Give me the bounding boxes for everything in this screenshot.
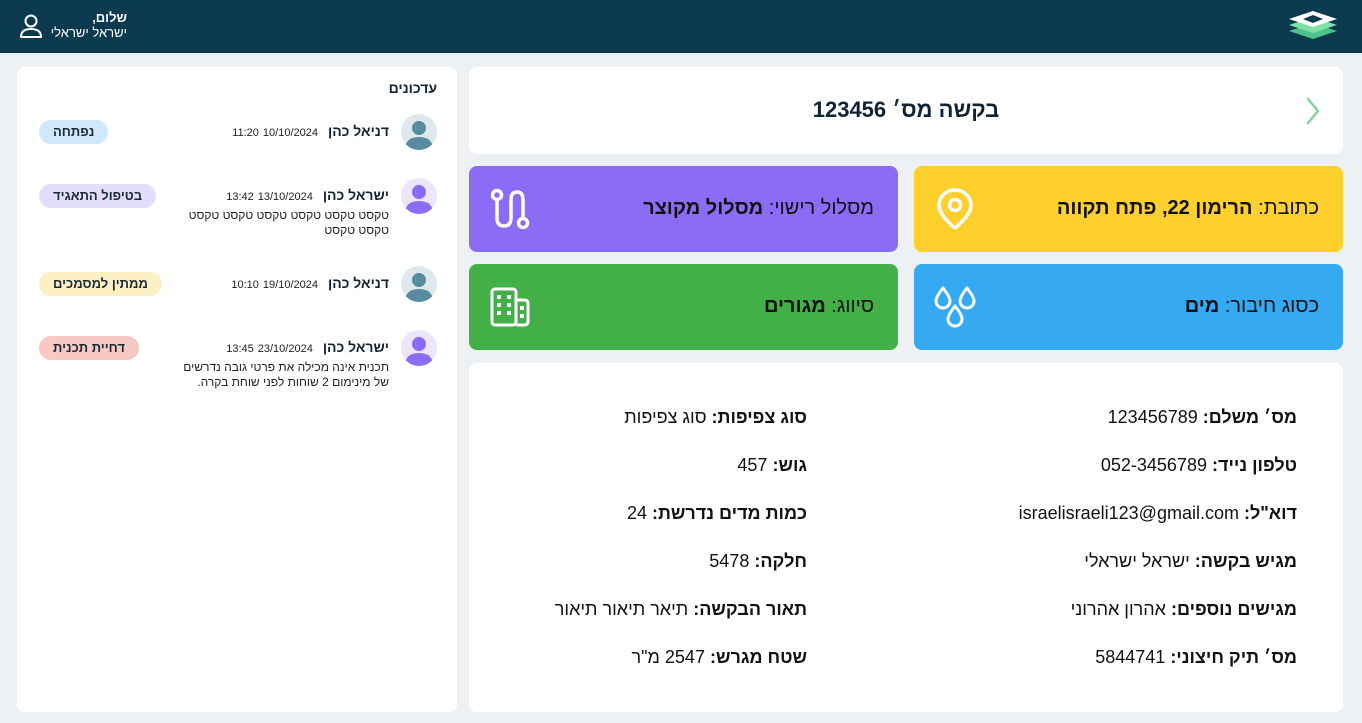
greeting-text: שלום, <box>92 10 127 25</box>
detail-row: גוש: 457 <box>737 455 807 476</box>
detail-row: סוג צפיפות: סוג צפיפות <box>624 407 807 428</box>
update-date: 10/10/2024 <box>262 127 318 139</box>
user-greeting[interactable]: שלום, ישראל ישראלי <box>51 10 127 41</box>
detail-value: 5478 <box>709 551 750 571</box>
detail-value: סוג צפיפות <box>624 407 707 427</box>
detail-row: דוא"ל: israelisraeli123@gmail.com <box>1019 503 1297 524</box>
classification-label: סיווג: <box>831 295 874 317</box>
detail-label: חלקה: <box>754 551 807 571</box>
route-icon <box>490 188 530 230</box>
chevron-right-icon[interactable] <box>1303 96 1323 126</box>
address-value: הרימון 22, פתח תקווה <box>1056 197 1253 219</box>
user-icon[interactable] <box>19 13 43 39</box>
update-time: 13:45 <box>226 343 254 355</box>
detail-value: 052-3456789 <box>1100 455 1207 475</box>
detail-row: מגישים נוספים: אהרון אהרוני <box>1071 599 1297 620</box>
update-date: 13/10/2024 <box>257 191 313 203</box>
avatar <box>401 330 437 366</box>
location-pin-icon <box>937 188 973 230</box>
page-title: בקשה מס׳ 123456 <box>812 97 1000 122</box>
update-author: דניאל כהן <box>327 275 389 291</box>
detail-label: מגיש בקשה: <box>1194 551 1297 571</box>
detail-value: 5844741 <box>1095 647 1166 667</box>
request-details: מס׳ משלם: 123456789 טלפון נייד: 052-3456… <box>469 363 1343 712</box>
detail-row: כמות מדים נדרשת: 24 <box>627 503 807 524</box>
detail-row: מס׳ תיק חיצוני: 5844741 <box>1095 647 1297 668</box>
water-drops-icon <box>934 286 976 328</box>
update-author: ישראל כהן <box>322 339 389 355</box>
detail-label: גוש: <box>772 455 807 475</box>
building-icon <box>490 287 530 327</box>
detail-value: ישראל ישראלי <box>1084 551 1190 571</box>
detail-row: שטח מגרש: 2547 מ"ר <box>632 647 807 668</box>
updates-title: עדכונים <box>388 80 437 96</box>
update-time: 10:10 <box>231 279 259 291</box>
detail-value: 2547 מ"ר <box>631 647 705 667</box>
status-badge: בטיפול התאגיד <box>39 184 157 208</box>
route-label: מסלול רישוי: <box>768 197 874 219</box>
update-time: 11:20 <box>232 127 259 139</box>
update-text: תכנית אינה מכילה את פרטי גובה נדרשים של … <box>183 360 389 389</box>
update-author: דניאל כהן <box>327 123 389 139</box>
detail-row: מס׳ משלם: 123456789 <box>1108 407 1297 428</box>
detail-value: 457 <box>737 455 768 475</box>
detail-label: דוא"ל: <box>1243 503 1297 523</box>
detail-value: 123456789 <box>1107 407 1198 427</box>
user-name: ישראל ישראלי <box>50 25 127 40</box>
detail-value: 24 <box>626 503 647 523</box>
updates-panel: עדכונים דניאל כהן 10/10/2024 11:20 נפתחה… <box>17 67 457 712</box>
avatar <box>401 178 437 214</box>
top-bar: שלום, ישראל ישראלי <box>0 0 1362 53</box>
classification-value: מגורים <box>764 295 826 317</box>
connection-type-tile: כסוג חיבור: מים <box>914 264 1343 350</box>
status-badge: נפתחה <box>39 120 109 144</box>
connection-value: מים <box>1184 295 1220 317</box>
detail-label: תאור הבקשה: <box>693 599 807 619</box>
update-text: טקסט טקסט טקסט טקסט טקסט טקסט טקסט טקסט <box>188 208 389 237</box>
update-time: 13:42 <box>226 191 254 203</box>
update-author: ישראל כהן <box>322 187 389 203</box>
detail-label: שטח מגרש: <box>709 647 807 667</box>
avatar <box>401 114 437 150</box>
address-label: כתובת: <box>1258 197 1319 219</box>
route-tile: מסלול רישוי: מסלול מקוצר <box>469 166 898 252</box>
detail-label: מגישים נוספים: <box>1171 599 1297 619</box>
detail-row: מגיש בקשה: ישראל ישראלי <box>1084 551 1297 572</box>
app-logo-icon[interactable] <box>1287 9 1339 41</box>
avatar <box>401 266 437 302</box>
detail-value[interactable]: israelisraeli123@gmail.com <box>1019 503 1239 523</box>
detail-row: תאור הבקשה: תיאר תיאור תיאור <box>555 599 807 620</box>
route-value: מסלול מקוצר <box>643 197 764 219</box>
detail-label: מס׳ תיק חיצוני: <box>1170 647 1297 667</box>
detail-value: תיאר תיאור תיאור <box>554 599 689 619</box>
detail-label: מס׳ משלם: <box>1202 407 1297 427</box>
detail-value: אהרון אהרוני <box>1070 599 1166 619</box>
detail-row: חלקה: 5478 <box>709 551 807 572</box>
detail-row: טלפון נייד: 052-3456789 <box>1101 455 1297 476</box>
update-date: 19/10/2024 <box>262 279 318 291</box>
detail-label: סוג צפיפות: <box>711 407 807 427</box>
status-badge: ממתין למסמכים <box>39 272 162 296</box>
status-badge: דחיית תכנית <box>39 336 139 360</box>
address-tile: כתובת: הרימון 22, פתח תקווה <box>914 166 1343 252</box>
update-date: 23/10/2024 <box>257 343 313 355</box>
classification-tile: סיווג: מגורים <box>469 264 898 350</box>
detail-label: כמות מדים נדרשת: <box>652 503 807 523</box>
connection-label: כסוג חיבור: <box>1224 295 1319 317</box>
detail-label: טלפון נייד: <box>1211 455 1297 475</box>
request-header: בקשה מס׳ 123456 <box>469 67 1343 154</box>
